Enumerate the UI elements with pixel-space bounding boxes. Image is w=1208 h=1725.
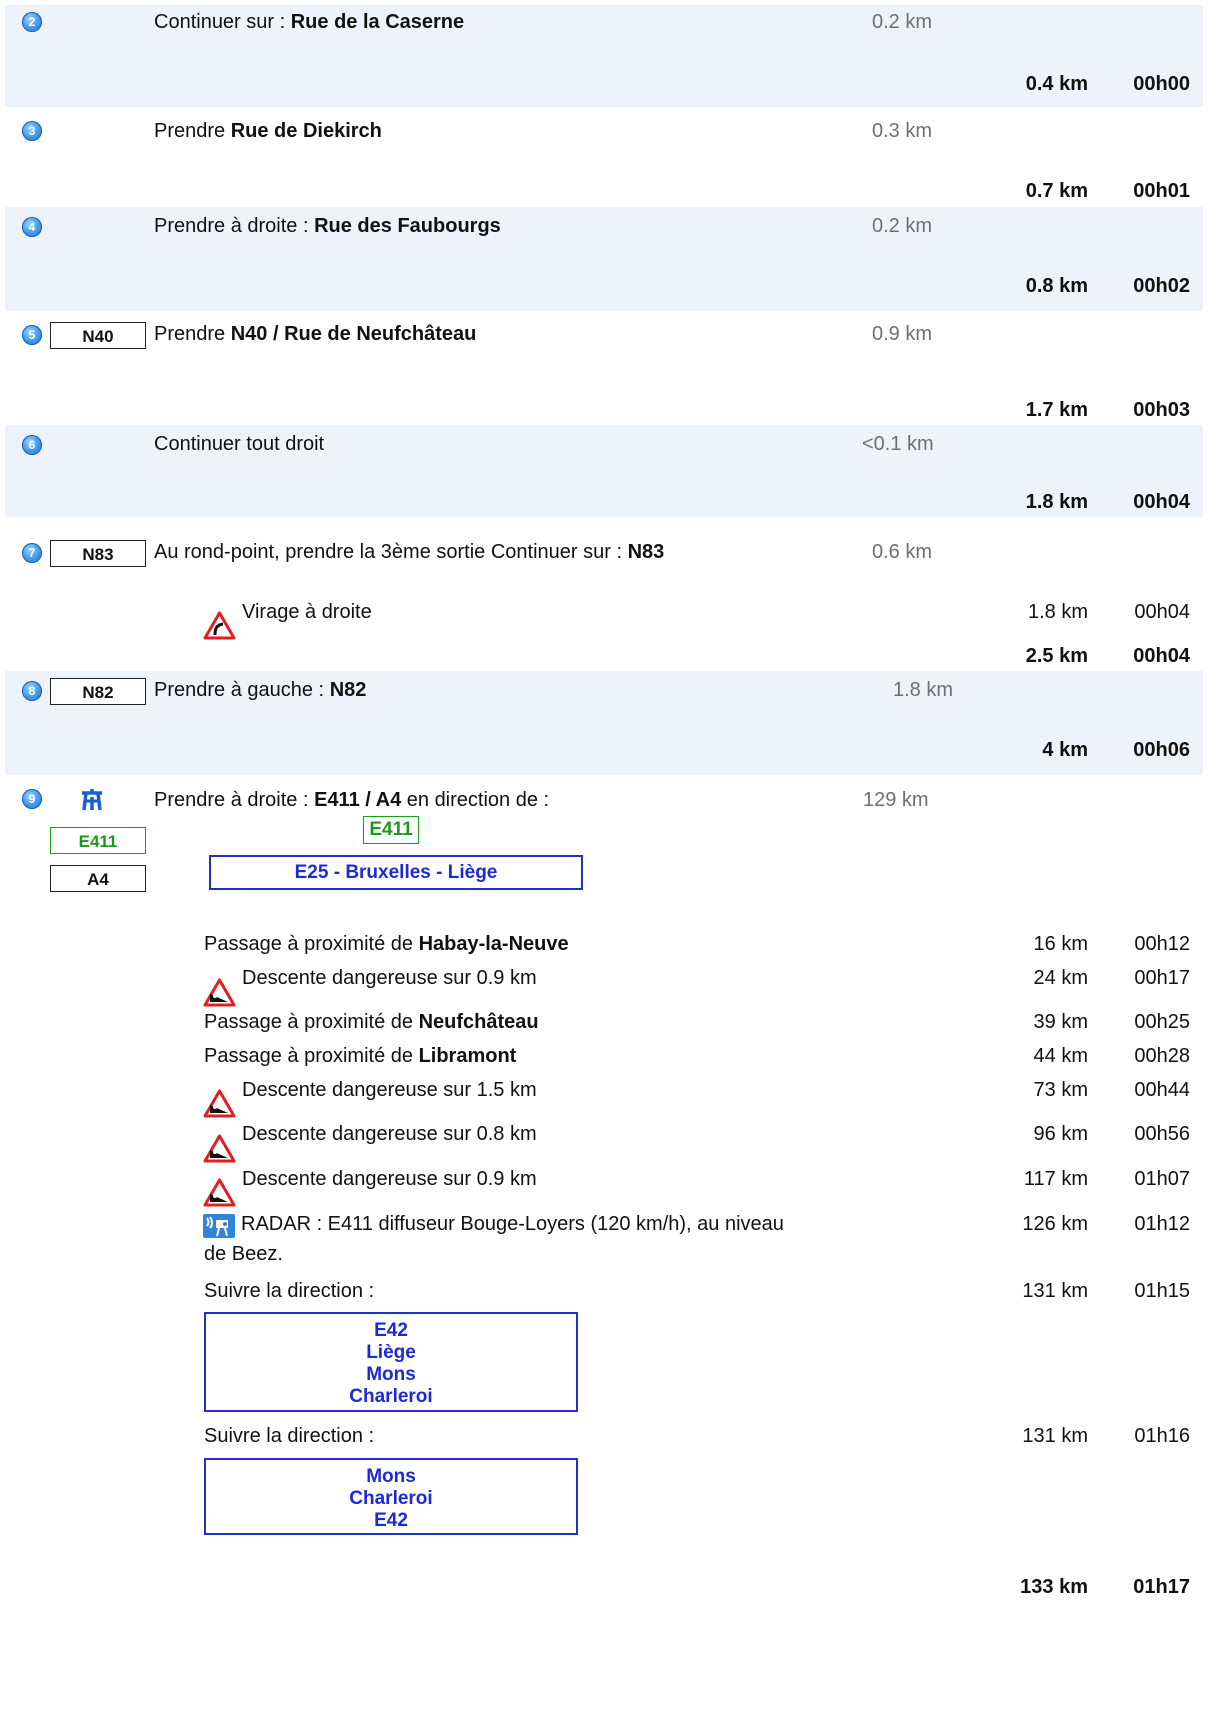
pass-km: 44 km <box>1033 1045 1088 1067</box>
cumulative-time: 00h02 <box>1133 275 1190 297</box>
sign-line: Charleroi <box>349 1488 433 1509</box>
step-distance: 0.3 km <box>872 120 933 142</box>
pass-km: 96 km <box>1033 1123 1088 1145</box>
pass-item: Passage à proximité de Libramont <box>204 1045 517 1067</box>
cumulative-time: 00h03 <box>1133 399 1190 421</box>
pass-time: 00h17 <box>1134 967 1190 989</box>
alert-text: Descente dangereuse sur 0.9 km <box>242 1168 537 1190</box>
alert-text: Descente dangereuse sur 0.9 km <box>242 967 537 989</box>
step-instruction: Prendre à gauche : N82 <box>154 679 367 701</box>
step-number-icon: 6 <box>22 435 42 455</box>
pass-time: 01h16 <box>1134 1425 1190 1447</box>
cumulative-km: 2.5 km <box>1025 645 1088 667</box>
road-badge: N40 <box>50 322 146 349</box>
pass-km: 24 km <box>1033 967 1088 989</box>
step-number-icon: 8 <box>22 681 42 701</box>
alert-text: Descente dangereuse sur 0.8 km <box>242 1123 537 1145</box>
step-instruction: Prendre Rue de Diekirch <box>154 120 382 142</box>
pass-time: 00h28 <box>1134 1045 1190 1067</box>
step-distance: 0.9 km <box>872 323 933 345</box>
cumulative-km: 4 km <box>1042 739 1088 761</box>
follow-direction: Suivre la direction : <box>204 1280 375 1302</box>
step-number-icon: 2 <box>22 12 42 32</box>
steep-descent-icon <box>203 978 236 1007</box>
sign-line: Mons <box>366 1364 416 1385</box>
step-instruction: Prendre N40 / Rue de Neufchâteau <box>154 323 477 345</box>
cumulative-time: 00h01 <box>1133 180 1190 202</box>
pass-km: 117 km <box>1023 1168 1088 1190</box>
step-distance: <0.1 km <box>862 433 934 455</box>
alert-time: 00h04 <box>1134 601 1190 623</box>
step-instruction: Au rond-point, prendre la 3ème sortie Co… <box>154 541 665 563</box>
pass-time: 01h07 <box>1134 1168 1190 1190</box>
speed-radar-icon <box>203 1214 235 1238</box>
step-number-icon: 7 <box>22 543 42 563</box>
road-badge-e411: E411 <box>50 827 146 854</box>
direction-sign: Mons Charleroi E42 <box>204 1458 578 1535</box>
pass-km: 73 km <box>1033 1079 1088 1101</box>
alert-text: Virage à droite <box>242 601 372 623</box>
pass-km: 39 km <box>1033 1011 1088 1033</box>
step-number-icon: 4 <box>22 217 42 237</box>
step-distance: 0.6 km <box>872 541 933 563</box>
alert-text: Descente dangereuse sur 1.5 km <box>242 1079 537 1101</box>
follow-direction: Suivre la direction : <box>204 1425 375 1447</box>
sign-line: Mons <box>366 1466 416 1487</box>
pass-time: 01h15 <box>1134 1280 1190 1302</box>
step-instruction: Prendre à droite : Rue des Faubourgs <box>154 215 501 237</box>
step-instruction: Continuer tout droit <box>154 433 325 455</box>
pass-item: Passage à proximité de Neufchâteau <box>204 1011 539 1033</box>
road-badge: N82 <box>50 678 146 705</box>
pass-time: 00h44 <box>1134 1079 1190 1101</box>
sign-line: E42 <box>374 1320 408 1341</box>
step-number-icon: 9 <box>22 789 42 809</box>
road-badge: N83 <box>50 540 146 567</box>
steep-descent-icon <box>203 1089 236 1118</box>
pass-time: 00h12 <box>1134 933 1190 955</box>
cumulative-time: 01h17 <box>1133 1576 1190 1598</box>
road-badge-a4: A4 <box>50 865 146 892</box>
radar-text-cont: de Beez. <box>204 1243 283 1265</box>
cumulative-time: 00h04 <box>1133 491 1190 513</box>
direction-sign: E42 Liège Mons Charleroi <box>204 1312 578 1412</box>
step-distance: 0.2 km <box>872 11 933 33</box>
step-distance: 129 km <box>863 789 929 811</box>
sign-line: Liège <box>366 1342 416 1363</box>
curve-right-warning-icon <box>203 611 236 640</box>
step-distance: 1.8 km <box>893 679 954 701</box>
cumulative-km: 133 km <box>1020 1576 1088 1598</box>
cumulative-km: 0.7 km <box>1025 180 1088 202</box>
sign-line: E42 <box>374 1510 408 1531</box>
steep-descent-icon <box>203 1134 236 1163</box>
step-number-icon: 5 <box>22 325 42 345</box>
motorway-icon <box>80 786 104 812</box>
direction-sign: E25 - Bruxelles - Liège <box>209 855 583 890</box>
pass-time: 00h56 <box>1134 1123 1190 1145</box>
pass-km: 16 km <box>1033 933 1088 955</box>
cumulative-time: 00h04 <box>1133 645 1190 667</box>
pass-km: 131 km <box>1022 1280 1088 1302</box>
pass-time: 00h25 <box>1134 1011 1190 1033</box>
step-instruction: Continuer sur : Rue de la Caserne <box>154 11 465 33</box>
cumulative-km: 0.4 km <box>1025 73 1088 95</box>
cumulative-time: 00h00 <box>1133 73 1190 95</box>
step-distance: 0.2 km <box>872 215 933 237</box>
pass-km: 126 km <box>1022 1213 1088 1235</box>
step-instruction: Prendre à droite : E411 / A4 en directio… <box>154 789 550 811</box>
alert-km: 1.8 km <box>1027 601 1088 623</box>
cumulative-km: 0.8 km <box>1025 275 1088 297</box>
sign-e411: E411 <box>363 816 419 844</box>
steep-descent-icon <box>203 1178 236 1207</box>
step-number-icon: 3 <box>22 121 42 141</box>
sign-line: Charleroi <box>349 1386 433 1407</box>
cumulative-km: 1.7 km <box>1025 399 1088 421</box>
radar-text: RADAR : E411 diffuseur Bouge-Loyers (120… <box>241 1213 784 1235</box>
pass-km: 131 km <box>1022 1425 1088 1447</box>
pass-item: Passage à proximité de Habay-la-Neuve <box>204 933 569 955</box>
cumulative-km: 1.8 km <box>1025 491 1088 513</box>
pass-time: 01h12 <box>1134 1213 1190 1235</box>
cumulative-time: 00h06 <box>1133 739 1190 761</box>
